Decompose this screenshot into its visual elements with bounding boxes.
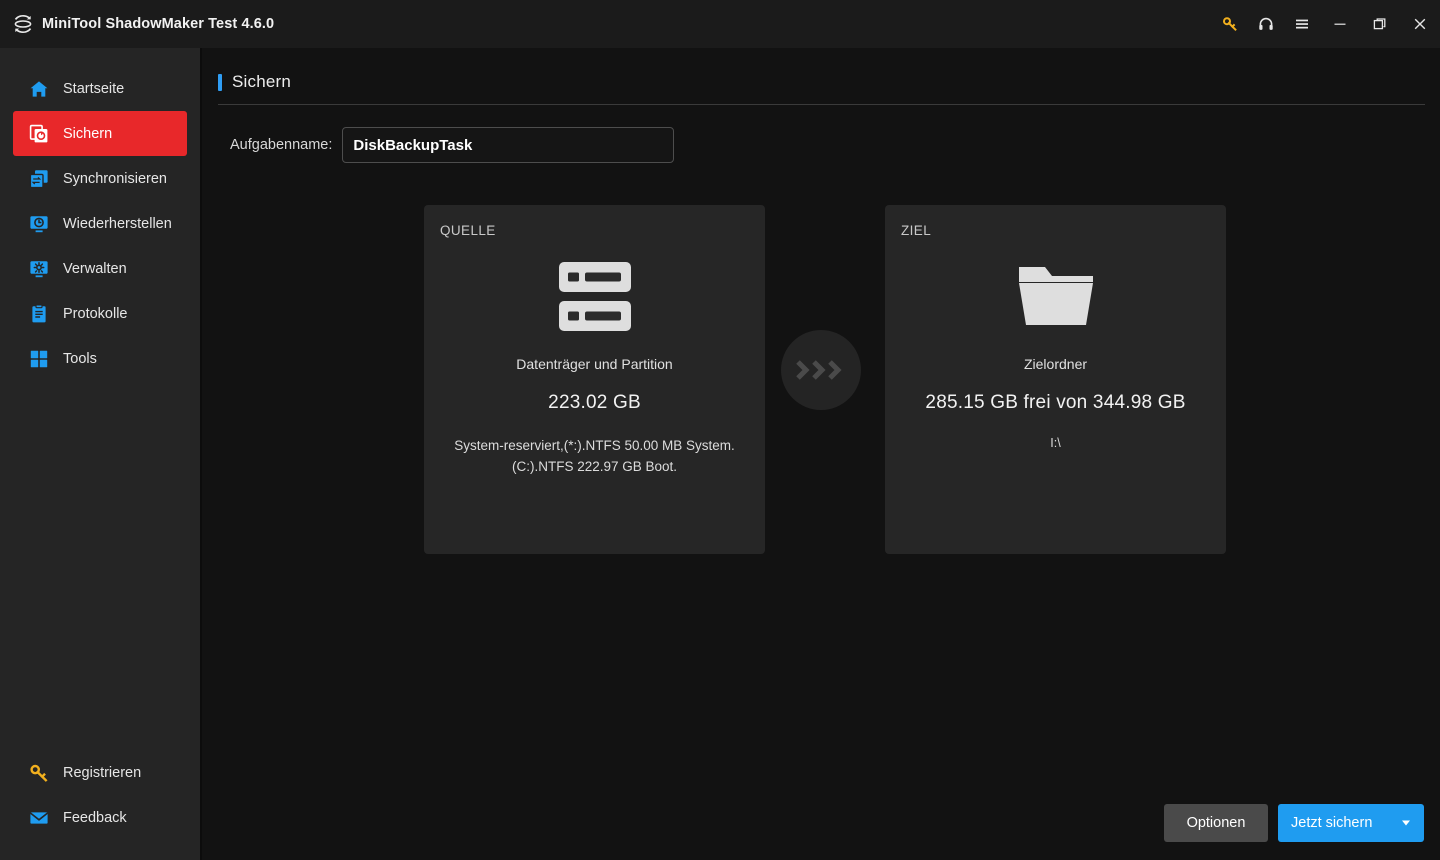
content-area: Sichern Aufgabenname: QUELLE (202, 48, 1440, 860)
sidebar-item-label: Feedback (63, 809, 127, 826)
sidebar-item-label: Protokolle (63, 305, 128, 322)
sidebar-item-label: Registrieren (63, 764, 142, 781)
sidebar-item-label: Synchronisieren (63, 170, 167, 187)
backup-now-label: Jetzt sichern (1291, 815, 1373, 831)
close-icon[interactable] (1400, 0, 1440, 48)
envelope-icon (28, 807, 49, 828)
sidebar-bottom-list: Registrieren Feedback (0, 750, 200, 860)
destination-type: Zielordner (1023, 356, 1088, 372)
source-panel[interactable]: QUELLE Datenträger und Partition 223.02 … (424, 205, 765, 554)
manage-gear-icon (28, 258, 49, 279)
title-bar-controls (1212, 0, 1440, 48)
window-title: MiniTool ShadowMaker Test 4.6.0 (42, 16, 275, 32)
destination-capacity: 285.15 GB frei von 344.98 GB (925, 392, 1186, 413)
source-type: Datenträger und Partition (516, 356, 673, 372)
app-shell: Startseite Sichern Synchronisieren Wiede… (0, 48, 1440, 860)
sidebar-item-tools[interactable]: Tools (13, 336, 187, 381)
sidebar-item-label: Startseite (63, 80, 125, 97)
folder-icon (901, 260, 1210, 334)
sidebar-item-registrieren[interactable]: Registrieren (13, 750, 187, 795)
destination-panel[interactable]: ZIEL Zielordner 285.15 GB frei von 344.9… (885, 205, 1226, 554)
options-button[interactable]: Optionen (1164, 804, 1268, 842)
footer-actions: Optionen Jetzt sichern (1164, 804, 1424, 842)
home-icon (28, 78, 49, 99)
sidebar-item-verwalten[interactable]: Verwalten (13, 246, 187, 291)
destination-path: I:\ (1050, 436, 1061, 450)
task-name-row: Aufgabenname: (202, 127, 1440, 163)
header-divider (218, 104, 1425, 105)
disk-stack-icon (440, 260, 749, 334)
sidebar-item-protokolle[interactable]: Protokolle (13, 291, 187, 336)
sidebar-item-synchronisieren[interactable]: Synchronisieren (13, 156, 187, 201)
logs-clipboard-icon (28, 303, 49, 324)
chevron-down-icon[interactable] (1402, 820, 1410, 826)
tools-grid-icon (28, 348, 49, 369)
app-window: MiniTool ShadowMaker Test 4.6.0 Startsei… (0, 0, 1440, 860)
title-accent-bar (218, 73, 222, 91)
triple-chevron-right-icon (781, 330, 861, 410)
key-icon (28, 762, 49, 783)
backup-now-button[interactable]: Jetzt sichern (1278, 804, 1424, 842)
sidebar-item-startseite[interactable]: Startseite (13, 66, 187, 111)
task-name-input[interactable] (342, 127, 675, 163)
sidebar-item-sichern[interactable]: Sichern (13, 111, 187, 156)
source-kicker: QUELLE (440, 223, 496, 238)
headset-icon[interactable] (1248, 0, 1284, 48)
sync-arrows-logo-icon (12, 13, 34, 35)
sidebar-item-wiederherstellen[interactable]: Wiederherstellen (13, 201, 187, 246)
restore-icon[interactable] (1360, 0, 1400, 48)
sync-icon (28, 168, 49, 189)
sidebar: Startseite Sichern Synchronisieren Wiede… (0, 48, 202, 860)
source-detail: System-reserviert,(*:).NTFS 50.00 MB Sys… (454, 438, 735, 474)
page-title: Sichern (232, 72, 292, 91)
hamburger-menu-icon[interactable] (1284, 0, 1320, 48)
page-title-row: Sichern (218, 72, 1425, 92)
restore-monitor-icon (28, 213, 49, 234)
minimize-icon[interactable] (1320, 0, 1360, 48)
backup-icon (28, 123, 49, 144)
sidebar-nav-list: Startseite Sichern Synchronisieren Wiede… (0, 66, 200, 381)
sidebar-item-label: Wiederherstellen (63, 215, 172, 232)
sidebar-item-label: Sichern (63, 125, 113, 142)
backup-panels: QUELLE Datenträger und Partition 223.02 … (202, 205, 1440, 554)
sidebar-item-label: Verwalten (63, 260, 127, 277)
source-size: 223.02 GB (548, 392, 641, 413)
key-icon[interactable] (1212, 0, 1248, 48)
sidebar-item-label: Tools (63, 350, 97, 367)
destination-kicker: ZIEL (901, 223, 932, 238)
sidebar-item-feedback[interactable]: Feedback (13, 795, 187, 840)
page-header: Sichern (202, 48, 1440, 105)
title-bar: MiniTool ShadowMaker Test 4.6.0 (0, 0, 1440, 48)
task-name-label: Aufgabenname: (230, 137, 333, 153)
